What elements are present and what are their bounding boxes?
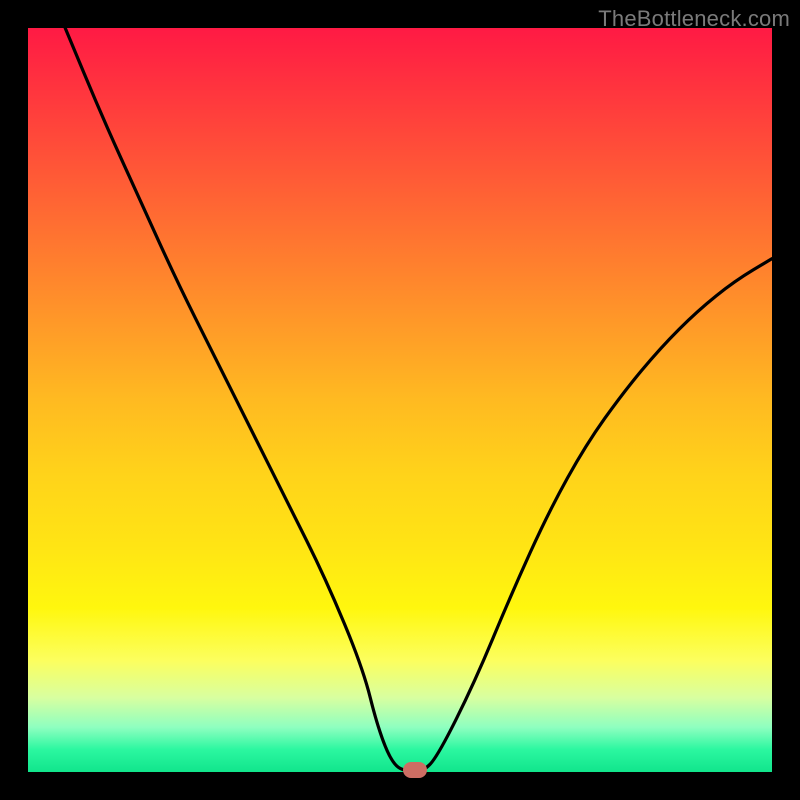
plot-area bbox=[28, 28, 772, 772]
chart-frame: TheBottleneck.com bbox=[0, 0, 800, 800]
optimum-marker bbox=[403, 762, 427, 778]
curve-layer bbox=[28, 28, 772, 772]
watermark-text: TheBottleneck.com bbox=[598, 6, 790, 32]
bottleneck-curve bbox=[65, 28, 772, 772]
